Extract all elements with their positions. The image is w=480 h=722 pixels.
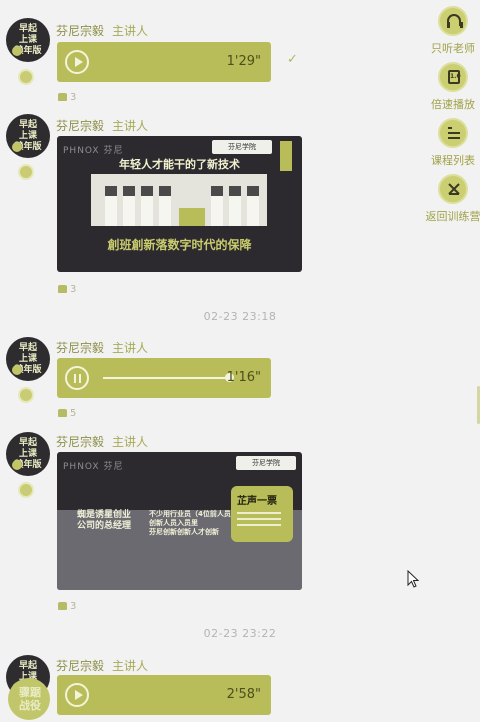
audio-message[interactable]: 2'58" <box>57 675 271 715</box>
like-button[interactable]: 3 <box>58 601 76 612</box>
only-teacher-button[interactable]: 只听老师 <box>412 6 480 58</box>
headphones-icon <box>447 14 463 28</box>
mouse-cursor-icon <box>407 570 419 588</box>
avatar[interactable]: 早起 上课 赖年版 <box>6 114 50 158</box>
course-list-label: 课程列表 <box>431 154 475 167</box>
only-teacher-label: 只听老师 <box>431 42 475 55</box>
back-to-camp-button[interactable]: 返回训练营 <box>412 174 480 226</box>
image-left-text: 蜘是诱星创业 公司的总经理 <box>77 510 132 531</box>
speaker-badge <box>18 69 34 85</box>
speaker-name: 芬尼宗毅 主讲人 <box>56 657 148 674</box>
speaker-name: 芬尼宗毅 主讲人 <box>56 339 148 356</box>
timestamp: 02-23 23:18 <box>203 310 277 323</box>
image-headline: 年轻人才能干的了新技术 <box>119 158 240 171</box>
avatar[interactable]: 早起 上课 赖年版 <box>6 337 50 381</box>
like-count: 3 <box>70 92 77 103</box>
avatar-spot <box>12 46 22 56</box>
playback-speed-label: 倍速播放 <box>431 98 475 111</box>
speaker-name-text: 芬尼宗毅 <box>56 341 105 355</box>
speaker-role: 主讲人 <box>112 119 149 133</box>
like-count: 5 <box>70 408 77 419</box>
speaker-name: 芬尼宗毅 主讲人 <box>56 117 148 134</box>
image-tag-box: 芷声一票 <box>231 486 293 542</box>
speaker-role: 主讲人 <box>112 24 149 38</box>
speed-icon: 1.0 <box>448 70 461 84</box>
list-icon <box>448 127 460 139</box>
speaker-badge <box>18 482 34 498</box>
pause-button[interactable] <box>65 366 89 390</box>
avatar-spot <box>12 142 22 152</box>
brand-text: PHNOX 芬尼 <box>63 462 124 472</box>
image-mid-text: 不少用行业员（4位前人员） 创新人员入员里 芬尼创新创新人才创新 <box>149 510 238 536</box>
speaker-name-text: 芬尼宗毅 <box>56 435 105 449</box>
avatar-overlay-text: 骤踞 战役 <box>19 686 41 712</box>
thumb-up-icon <box>58 409 67 417</box>
speaker-name-text: 芬尼宗毅 <box>56 119 105 133</box>
avatar[interactable]: 早起 上课 赖年版 <box>6 18 50 62</box>
image-banner: 創班創新落数字时代的保降 <box>107 238 252 252</box>
like-count: 3 <box>70 601 77 612</box>
school-logo: 芬尼学院 <box>236 456 296 470</box>
speaker-badge <box>18 164 34 180</box>
back-to-camp-label: 返回训练营 <box>425 210 480 223</box>
list-circle <box>438 118 468 148</box>
like-count: 3 <box>70 284 77 295</box>
tent-circle <box>438 174 468 204</box>
speaker-role: 主讲人 <box>112 341 149 355</box>
group-photo <box>91 174 267 226</box>
thumb-up-icon <box>58 285 67 293</box>
avatar-spot <box>12 365 22 375</box>
audio-message[interactable]: 1'29" <box>57 42 271 82</box>
play-button[interactable] <box>65 50 89 74</box>
like-button[interactable]: 5 <box>58 408 76 419</box>
speaker-name: 芬尼宗毅 主讲人 <box>56 433 148 450</box>
speaker-role: 主讲人 <box>112 435 149 449</box>
speaker-role: 主讲人 <box>112 659 149 673</box>
avatar-overlay: 骤踞 战役 <box>8 678 50 720</box>
headphones-circle <box>438 6 468 36</box>
audio-progress-track[interactable] <box>103 377 229 379</box>
brand-text: PHNOX 芬尼 <box>63 146 124 156</box>
school-logo: 芬尼学院 <box>212 140 272 154</box>
image-tag-title: 芷声一票 <box>237 496 277 507</box>
audio-duration: 2'58" <box>226 687 261 702</box>
play-icon <box>75 57 83 67</box>
play-icon <box>75 690 83 700</box>
like-button[interactable]: 3 <box>58 92 76 103</box>
played-check-icon: ✓ <box>287 52 298 67</box>
thumb-up-icon <box>58 93 67 101</box>
timestamp: 02-23 23:22 <box>203 627 277 640</box>
speaker-badge <box>18 387 34 403</box>
play-button[interactable] <box>65 683 89 707</box>
thumb-up-icon <box>58 602 67 610</box>
speed-circle: 1.0 <box>438 62 468 92</box>
speaker-name-text: 芬尼宗毅 <box>56 24 105 38</box>
playback-speed-button[interactable]: 1.0 倍速播放 <box>412 62 480 114</box>
audio-duration: 1'29" <box>226 54 261 69</box>
speaker-name-text: 芬尼宗毅 <box>56 659 105 673</box>
image-message[interactable]: PHNOX 芬尼 芬尼学院 年轻人才能干的了新技术 創班創新落数字时代的保降 <box>57 136 302 272</box>
image-message[interactable]: PHNOX 芬尼 芬尼学院 蜘是诱星创业 公司的总经理 不少用行业员（4位前人员… <box>57 452 302 590</box>
course-list-button[interactable]: 课程列表 <box>412 118 480 170</box>
avatar-spot <box>12 460 22 470</box>
pause-icon <box>74 374 76 383</box>
speaker-name: 芬尼宗毅 主讲人 <box>56 22 148 39</box>
avatar[interactable]: 早起 上课 赖年版 <box>6 432 50 476</box>
audio-message-playing[interactable]: 1'16" <box>57 358 271 398</box>
like-button[interactable]: 3 <box>58 284 76 295</box>
tent-icon <box>448 183 460 195</box>
audio-duration: 1'16" <box>226 370 261 385</box>
